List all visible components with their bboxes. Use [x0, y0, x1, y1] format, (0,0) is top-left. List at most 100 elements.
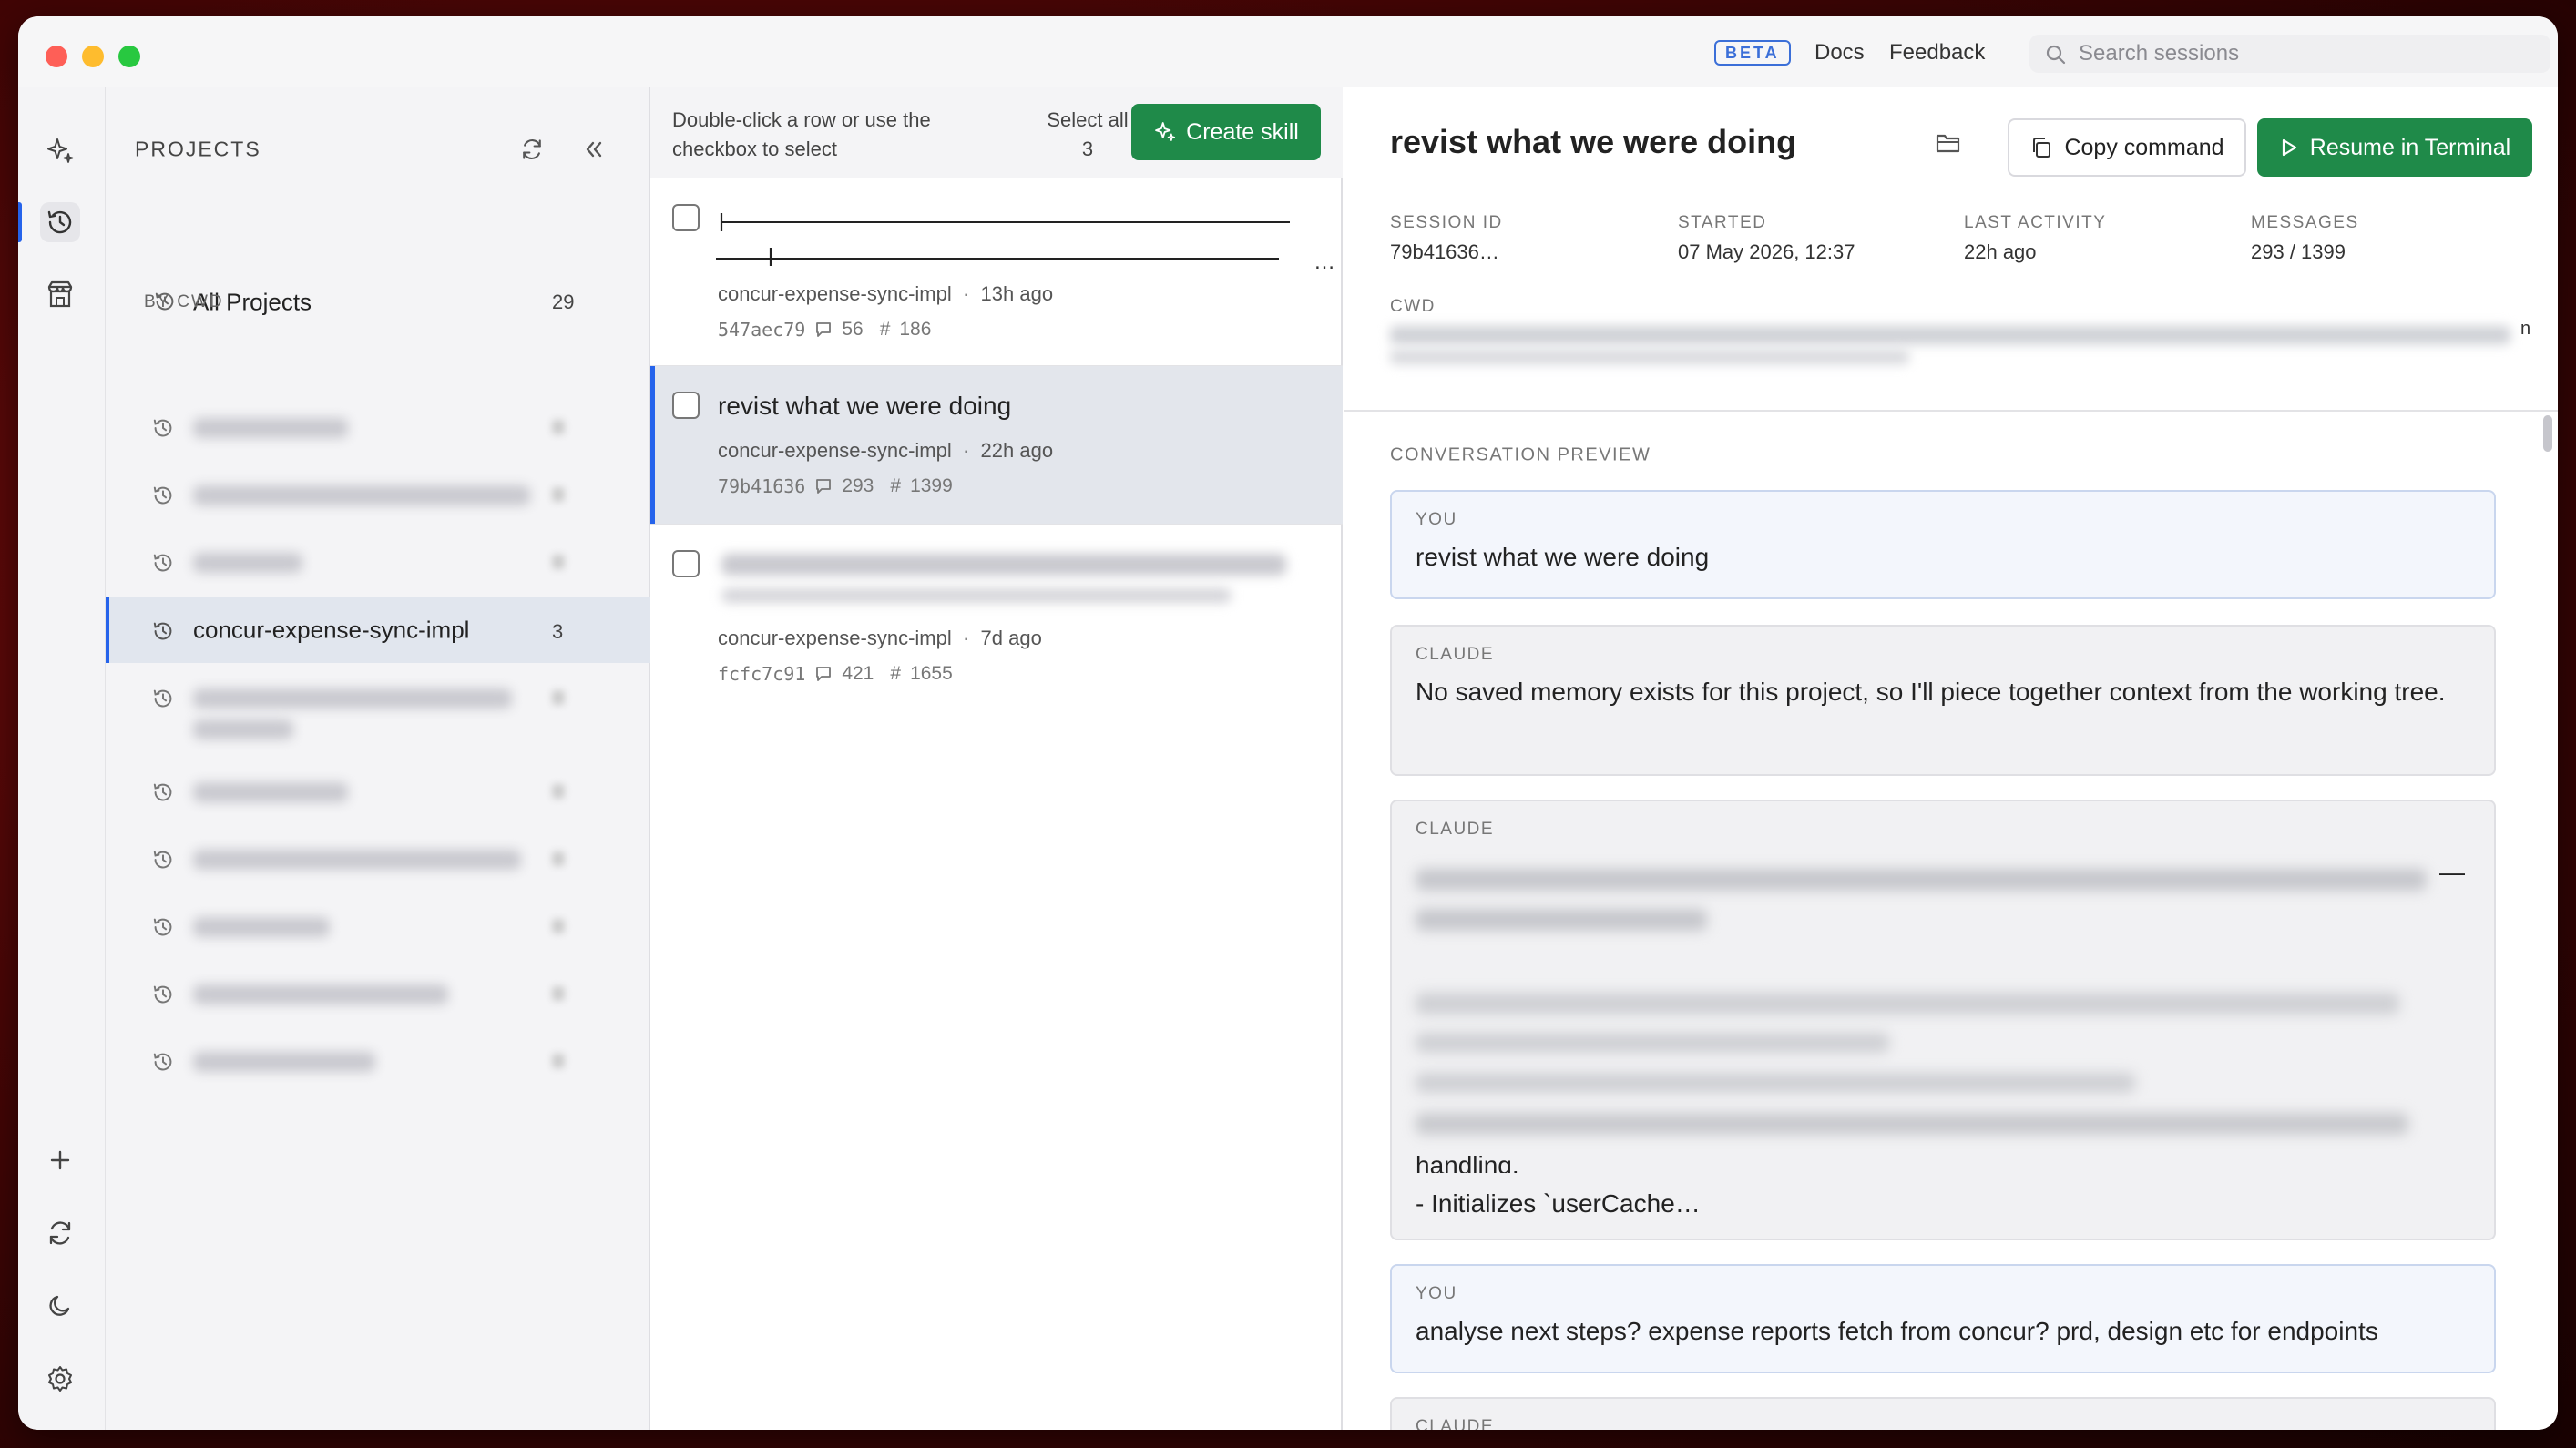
message-claude: CLAUDE	[1390, 1397, 2496, 1430]
title-bar: BETA Docs Feedback	[18, 16, 2558, 87]
selection-hint: Double-click a row or use the checkbox t…	[672, 108, 931, 160]
detail-header: revist what we were doing Copy command R…	[1344, 87, 2558, 412]
history-icon	[153, 554, 172, 572]
session-checkbox[interactable]	[672, 204, 700, 231]
redacted-count	[552, 690, 565, 705]
store-rail-button[interactable]	[40, 275, 80, 315]
redacted-count	[552, 420, 565, 434]
scrollbar-thumb[interactable]	[2543, 415, 2552, 452]
project-item-redacted[interactable]	[106, 462, 650, 527]
theme-rail-button[interactable]	[40, 1286, 80, 1326]
redacted-cwd	[1390, 326, 2510, 344]
history-icon	[47, 210, 72, 234]
projects-panel: PROJECTS All Projects 29 BY CWD concur-e…	[106, 87, 650, 1430]
message-text-fragment: handling.	[1416, 1151, 1519, 1173]
session-checkbox[interactable]	[672, 550, 700, 577]
sparkle-icon	[47, 138, 74, 163]
session-title: revist what we were doing	[718, 392, 1012, 420]
project-item-redacted[interactable]	[106, 1028, 650, 1094]
message-text: revist what we were doing	[1416, 543, 1710, 571]
session-checkbox[interactable]	[672, 392, 700, 419]
truncation-ellipsis: …	[1314, 250, 1335, 274]
app-window: BETA Docs Feedback P	[18, 16, 2558, 1430]
gear-icon	[48, 1366, 72, 1392]
hash-icon: #	[890, 475, 902, 496]
history-icon	[153, 419, 172, 437]
redacted-label	[193, 984, 448, 1004]
session-message-count: 421	[842, 663, 874, 684]
cwd-tail: n	[2520, 319, 2531, 339]
redacted-title	[721, 554, 1286, 576]
project-item-redacted[interactable]	[106, 665, 650, 747]
resume-in-terminal-button[interactable]: Resume in Terminal	[2257, 118, 2532, 177]
history-icon	[153, 689, 172, 708]
refresh-projects-button[interactable]	[519, 137, 545, 167]
create-skill-label: Create skill	[1186, 118, 1299, 145]
session-row[interactable]: concur-expense-sync-impl · 7d ago fcfc7c…	[650, 525, 1343, 710]
settings-rail-button[interactable]	[40, 1359, 80, 1399]
search-icon	[2046, 45, 2066, 65]
message-role: YOU	[1416, 1284, 1457, 1303]
search-input[interactable]	[2079, 35, 2534, 73]
redacted-count	[552, 1054, 565, 1068]
message-icon	[816, 667, 832, 681]
project-count: 29	[552, 291, 575, 313]
add-rail-button[interactable]	[40, 1140, 80, 1180]
close-window-button[interactable]	[46, 46, 67, 67]
history-icon	[153, 985, 172, 1004]
history-rail-button[interactable]	[40, 202, 80, 242]
message-role: YOU	[1416, 510, 1457, 529]
create-skill-button[interactable]: Create skill	[1131, 104, 1321, 160]
session-title: revist what we were doing	[1390, 123, 1797, 160]
redacted-label	[193, 418, 348, 438]
redacted-count	[552, 487, 565, 502]
message-text: analyse next steps? expense reports fetc…	[1416, 1317, 2378, 1345]
moon-icon	[49, 1295, 70, 1316]
redacted-label	[193, 1052, 375, 1072]
redacted-text	[1416, 1073, 2135, 1093]
session-stats: 547aec79 56 # 186	[718, 319, 931, 341]
sparkle-icon	[1155, 122, 1176, 141]
session-message-count: 293	[842, 475, 874, 496]
open-folder-button[interactable]	[1935, 129, 1962, 161]
project-item-redacted[interactable]	[106, 394, 650, 460]
redacted-label	[193, 553, 302, 573]
session-project: concur-expense-sync-impl · 22h ago	[718, 439, 1054, 462]
skills-rail-button[interactable]	[40, 131, 80, 171]
message-claude: CLAUDE No saved memory exists for this p…	[1390, 625, 2496, 776]
project-item-redacted[interactable]	[106, 759, 650, 824]
project-item-redacted[interactable]	[106, 826, 650, 892]
project-item-redacted[interactable]	[106, 893, 650, 959]
message-you: YOU revist what we were doing	[1390, 490, 2496, 599]
sessions-panel: Double-click a row or use the checkbox t…	[650, 87, 1343, 1430]
refresh-icon	[523, 138, 541, 160]
last-activity-field: LAST ACTIVITY 22h ago	[1964, 213, 2107, 263]
tree-art	[716, 213, 1290, 266]
message-claude: CLAUDE — handling. - Initializes `userCa…	[1390, 800, 2496, 1240]
session-entry-count: 1399	[910, 475, 953, 496]
history-icon	[153, 783, 172, 801]
minimize-window-button[interactable]	[82, 46, 104, 67]
folder-icon	[1936, 134, 1960, 153]
project-item-redacted[interactable]	[106, 529, 650, 595]
copy-command-button[interactable]: Copy command	[2008, 118, 2246, 177]
docs-link[interactable]: Docs	[1814, 40, 1865, 66]
chevrons-left-icon	[586, 141, 602, 158]
history-icon	[153, 486, 172, 505]
search-sessions-box[interactable]	[2029, 35, 2550, 73]
history-icon	[153, 1053, 172, 1071]
refresh-icon	[49, 1221, 71, 1245]
session-row[interactable]: … concur-expense-sync-impl · 13h ago 547…	[650, 178, 1343, 366]
zoom-window-button[interactable]	[118, 46, 140, 67]
session-project: concur-expense-sync-impl · 7d ago	[718, 627, 1042, 649]
collapse-panel-button[interactable]	[581, 137, 607, 167]
project-item-concur-expense-sync-impl[interactable]: concur-expense-sync-impl 3	[106, 597, 650, 663]
history-icon	[153, 851, 172, 869]
feedback-link[interactable]: Feedback	[1889, 40, 1985, 66]
play-icon	[2282, 138, 2296, 157]
select-all-button[interactable]: Select all 3	[1042, 106, 1133, 164]
session-row[interactable]: revist what we were doing concur-expense…	[650, 366, 1343, 525]
sync-rail-button[interactable]	[40, 1213, 80, 1253]
redacted-text	[1416, 1033, 1889, 1053]
project-item-redacted[interactable]	[106, 961, 650, 1026]
